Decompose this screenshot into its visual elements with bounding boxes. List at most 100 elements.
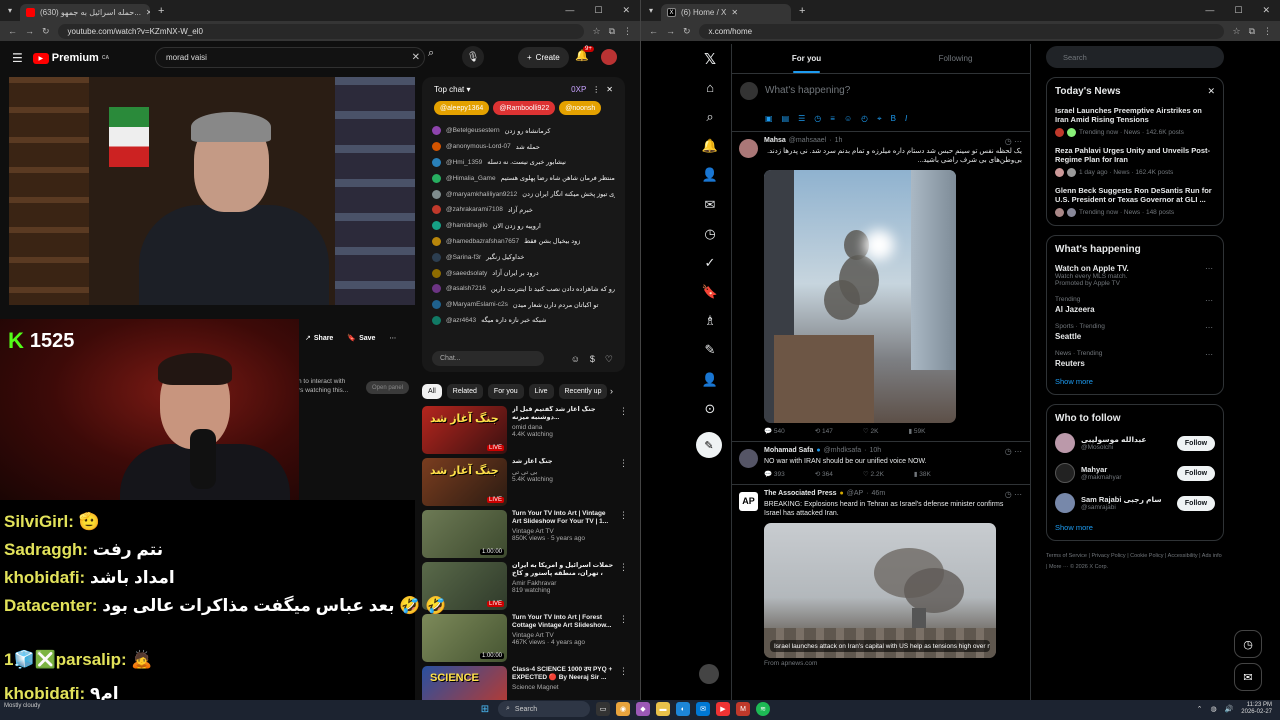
browser-tab[interactable]: (630) حمله اسرائیل به جمهو... ✕ <box>20 4 150 21</box>
menu-icon[interactable]: ⋮ <box>623 26 632 37</box>
open-panel-button[interactable]: Open panel <box>366 381 410 394</box>
menu-icon[interactable]: ⋮ <box>1263 26 1272 37</box>
more-icon[interactable]: ⋯ <box>1205 323 1213 332</box>
like-button[interactable]: ♡ 2.2K <box>863 470 884 478</box>
video-thumbnail[interactable]: جنگ آغاز شد LIVE <box>422 406 507 454</box>
close-chat-icon[interactable]: ✕ <box>606 85 613 94</box>
filter-chip[interactable]: Recently up <box>558 384 608 399</box>
reply-button[interactable]: 💬 540 <box>764 427 785 435</box>
filter-chip[interactable]: All <box>422 384 442 399</box>
chat-user[interactable]: @hamidnagilo <box>446 222 488 229</box>
compose-input[interactable]: What's happening? <box>765 85 850 96</box>
chat-user[interactable]: @anonymous-Lord-07 <box>446 143 511 150</box>
views-button[interactable]: ▮ 59K <box>908 427 925 435</box>
clear-search-icon[interactable]: ✕ <box>412 52 420 63</box>
trend-item[interactable]: Sports · Trending Seattle ⋯ <box>1055 323 1215 341</box>
news-item[interactable]: Reza Pahlavi Urges Unity and Unveils Pos… <box>1055 146 1215 177</box>
x-logo-icon[interactable]: 𝕏 <box>697 44 723 73</box>
recommended-video[interactable]: جنگ آغاز شد LIVE جنگ آغاز شد بی تی تی 5.… <box>422 458 628 510</box>
show-more-link[interactable]: Show more <box>1055 523 1215 532</box>
taskbar-search[interactable]: ⌕ Search <box>498 701 590 717</box>
spotify-icon[interactable]: ≋ <box>756 702 770 716</box>
file-explorer-icon[interactable]: ▬ <box>656 702 670 716</box>
image-icon[interactable]: ▣ <box>765 114 773 124</box>
recommended-video[interactable]: 1:00:00 Turn Your TV Into Art | Forest C… <box>422 614 628 666</box>
recommended-video[interactable]: SCIENCE Class-4 SCIENCE 1000 उप PYQ + EX… <box>422 666 628 700</box>
task-view-icon[interactable]: ▭ <box>596 702 610 716</box>
messages-drawer-button[interactable]: ✉ <box>1234 663 1262 691</box>
clock[interactable]: 11:23 PM 2026-02-27 <box>1241 702 1272 716</box>
search-icon[interactable]: ⌕ <box>428 47 434 60</box>
repost-button[interactable]: ⟲ 147 <box>815 427 833 435</box>
heart-icon[interactable]: ♡ <box>605 354 613 365</box>
top-chat-dropdown[interactable]: Top chat ▾ <box>434 85 471 94</box>
video-thumbnail[interactable]: 1:00:00 <box>422 510 507 558</box>
poll-icon[interactable]: ≡ <box>830 114 835 124</box>
tab-for-you[interactable]: For you <box>732 44 881 73</box>
network-icon[interactable]: ◍ <box>1210 705 1216 713</box>
video-thumbnail[interactable]: SCIENCE <box>422 666 507 700</box>
mic-icon[interactable]: 🎙 <box>462 46 484 68</box>
chat-input[interactable]: Chat... <box>432 351 544 366</box>
tab-following[interactable]: Following <box>881 44 1030 73</box>
youtube-logo[interactable]: ▶ Premium CA <box>32 52 109 64</box>
more-icon[interactable]: ⋯ <box>1205 264 1213 273</box>
show-more-link[interactable]: Show more <box>1055 377 1215 386</box>
location-icon[interactable]: ⌖ <box>877 114 882 124</box>
youtube-app-icon[interactable]: ▶ <box>716 702 730 716</box>
messages-icon[interactable]: ✉ <box>697 190 723 219</box>
pill[interactable]: @aleepy1364 <box>434 101 490 115</box>
reload-icon[interactable]: ↻ <box>42 26 50 37</box>
gif-icon[interactable]: ▤ <box>782 114 790 124</box>
new-tab-button[interactable]: + <box>158 5 164 17</box>
new-tab-button[interactable]: + <box>799 5 805 17</box>
follow-button[interactable]: Follow <box>1177 435 1215 451</box>
tweet-image[interactable] <box>764 170 956 423</box>
more-icon[interactable]: ⋯ <box>1205 296 1213 305</box>
chat-user[interactable]: @Hmi_1359 <box>446 159 482 166</box>
chat-menu-icon[interactable]: ⋮ <box>592 85 600 94</box>
forward-icon[interactable]: → <box>25 26 34 36</box>
channel-name[interactable]: Science Magnet <box>512 684 614 691</box>
bookmarks-icon[interactable]: 🔖 <box>697 278 723 307</box>
forward-icon[interactable]: → <box>666 26 675 36</box>
hamburger-icon[interactable]: ☰ <box>12 51 23 65</box>
channel-name[interactable]: Amir Fakhravar <box>512 580 614 587</box>
link-source[interactable]: From apnews.com <box>764 660 1022 667</box>
chat-user[interactable]: @Betelgeusestern <box>446 127 500 134</box>
tweet[interactable]: AP The Associated Press ● @AP · 46m ◷ ⋯ BREA… <box>732 485 1030 673</box>
back-icon[interactable]: ← <box>8 26 17 36</box>
more-icon[interactable]: ⋮ <box>619 406 628 458</box>
compose-post-button[interactable]: ✎ <box>696 432 722 458</box>
filter-chip[interactable]: Live <box>528 384 554 399</box>
grok-icon[interactable]: ◷ <box>814 114 821 124</box>
trend-item[interactable]: Watch on Apple TV. Watch every MLS match.… <box>1055 264 1215 287</box>
extensions-icon[interactable]: ⧉ <box>1249 26 1255 37</box>
articles-icon[interactable]: ✎ <box>697 336 723 365</box>
more-icon[interactable]: ◷ ⋯ <box>1005 137 1022 146</box>
share-button[interactable]: ↗ Share <box>305 334 333 343</box>
chat-user[interactable]: @Sarina-f3r <box>446 254 481 261</box>
schedule-icon[interactable]: ◴ <box>861 114 868 124</box>
follow-suggestion[interactable]: عبدالله موسولیبی @Mosolchi Follow <box>1055 433 1215 453</box>
trend-item[interactable]: News · Trending Reuters ⋯ <box>1055 350 1215 368</box>
create-button[interactable]: + Create <box>518 47 569 68</box>
explore-icon[interactable]: ⌕ <box>697 102 723 131</box>
notifications-icon[interactable]: 🔔 <box>697 132 723 161</box>
follow-button[interactable]: Follow <box>1177 465 1215 481</box>
channel-name[interactable]: Vintage Art TV <box>512 528 614 535</box>
recommended-video[interactable]: جنگ آغاز شد LIVE جنگ آغاز شد گفتیم قبل ا… <box>422 406 628 458</box>
url-field[interactable]: x.com/home <box>698 23 1225 39</box>
minimize-icon[interactable]: — <box>1205 5 1214 16</box>
chat-user[interactable]: @hamedbazrafshan7657 <box>446 238 519 245</box>
mail-icon[interactable]: ✉ <box>696 702 710 716</box>
views-button[interactable]: ▮ 38K <box>914 470 931 478</box>
more-icon[interactable]: ⋮ <box>619 666 628 700</box>
more-icon[interactable]: ◷ ⋯ <box>1005 490 1022 499</box>
follow-suggestion[interactable]: Mahyar @makmahyar Follow <box>1055 463 1215 483</box>
follow-icon[interactable]: 👤 <box>697 161 723 190</box>
follow-button[interactable]: Follow <box>1177 495 1215 511</box>
edge-icon[interactable]: ◐ <box>676 702 690 716</box>
reply-button[interactable]: 💬 393 <box>764 470 785 478</box>
chat-user[interactable]: @zahrakarami7108 <box>446 206 503 213</box>
